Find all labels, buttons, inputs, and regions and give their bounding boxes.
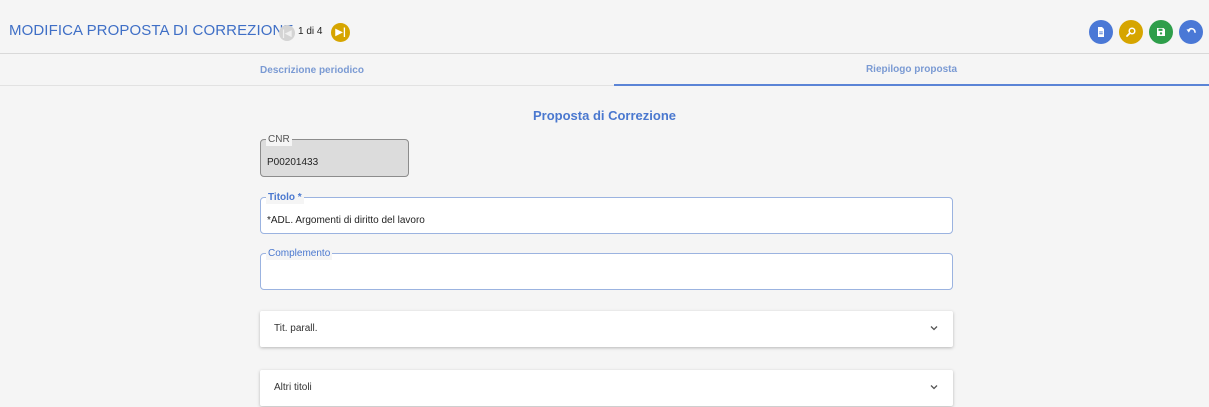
accordion-tit-parall[interactable]: Tit. parall. (260, 311, 953, 347)
titolo-field[interactable]: Titolo * *ADL. Argomenti di diritto del … (260, 191, 953, 234)
record-pager: 1 di 4 (298, 26, 323, 37)
cnr-label: CNR (266, 133, 292, 146)
complemento-field[interactable]: Complemento (260, 247, 953, 290)
search-icon (1126, 27, 1136, 37)
titolo-label: Titolo * (266, 191, 304, 204)
chevron-down-icon (930, 326, 938, 331)
titolo-value[interactable]: *ADL. Argomenti di diritto del lavoro (267, 215, 425, 226)
save-icon (1157, 28, 1165, 36)
undo-button[interactable] (1179, 20, 1203, 44)
tab-descrizione-periodico[interactable]: Descrizione periodico (10, 55, 614, 86)
cnr-value: P00201433 (267, 157, 319, 168)
cnr-field: CNR P00201433 (260, 133, 409, 177)
search-button[interactable] (1119, 20, 1143, 44)
last-record-icon[interactable]: ▶| (331, 23, 350, 42)
chevron-down-icon (930, 385, 938, 390)
document-icon (1098, 27, 1104, 37)
first-record-icon[interactable]: |◀ (279, 25, 295, 41)
save-button[interactable] (1149, 20, 1173, 44)
tab-bar: Descrizione periodico Riepilogo proposta (0, 55, 1209, 86)
page-header: MODIFICA PROPOSTA DI CORREZIONE |◀ 1 di … (0, 0, 1209, 54)
undo-icon (1186, 27, 1196, 33)
accordion-altri-titoli[interactable]: Altri titoli (260, 370, 953, 406)
complemento-label: Complemento (266, 247, 333, 260)
tab-riepilogo-proposta[interactable]: Riepilogo proposta (614, 55, 1209, 86)
form-title: Proposta di Correzione (532, 108, 677, 123)
page-title: MODIFICA PROPOSTA DI CORREZIONE (9, 22, 294, 39)
accordion-label: Altri titoli (274, 382, 312, 393)
document-button[interactable] (1089, 20, 1113, 44)
accordion-label: Tit. parall. (274, 323, 318, 334)
